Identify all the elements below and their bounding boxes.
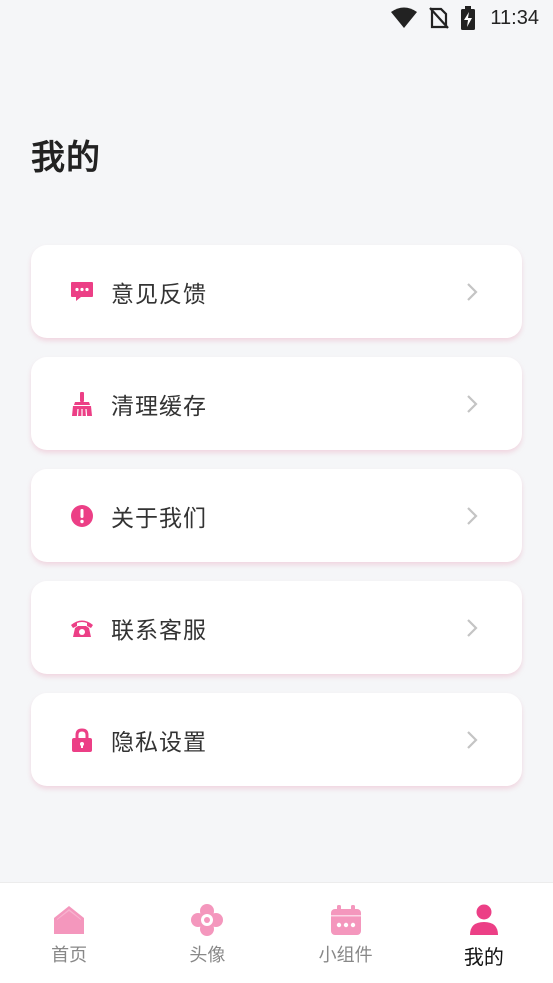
nav-label: 首页: [51, 945, 88, 966]
menu-item-label: 关于我们: [111, 505, 207, 532]
settings-menu: 意见反馈 清理缓存 关于我们 联系客服 隐私设置: [31, 245, 522, 805]
status-bar: 11:34: [0, 0, 553, 36]
menu-item-label: 联系客服: [111, 617, 207, 644]
telephone-icon: [70, 616, 94, 640]
profile-screen: 11:34 我的 意见反馈 清理缓存 关于我们 联系客服 隐私设置 首页 头像 …: [0, 0, 553, 983]
nav-label: 小组件: [318, 945, 373, 966]
wifi-icon: [390, 7, 418, 29]
menu-item-label: 意见反馈: [111, 281, 207, 308]
home-icon: [52, 903, 86, 937]
menu-item-customer-service[interactable]: 联系客服: [31, 581, 522, 674]
menu-item-privacy-settings[interactable]: 隐私设置: [31, 693, 522, 786]
nav-tab-widgets[interactable]: 小组件: [277, 883, 415, 983]
menu-item-about-us[interactable]: 关于我们: [31, 469, 522, 562]
lock-icon: [70, 727, 94, 752]
bottom-navigation: 首页 头像 小组件 我的: [0, 882, 553, 983]
battery-charging-icon: [460, 6, 476, 30]
page-title: 我的: [31, 138, 101, 178]
feedback-icon: [70, 280, 94, 304]
chevron-right-icon: [466, 730, 480, 750]
nav-tab-mine[interactable]: 我的: [415, 883, 553, 983]
nav-label: 头像: [189, 945, 226, 966]
calendar-widget-icon: [329, 903, 363, 937]
nav-tab-avatar[interactable]: 头像: [138, 883, 276, 983]
menu-item-label: 清理缓存: [111, 393, 207, 420]
chevron-right-icon: [466, 282, 480, 302]
nav-tab-home[interactable]: 首页: [0, 883, 138, 983]
menu-item-feedback[interactable]: 意见反馈: [31, 245, 522, 338]
status-time: 11:34: [490, 6, 539, 29]
person-icon: [467, 903, 501, 937]
flower-icon: [190, 903, 224, 937]
chevron-right-icon: [466, 394, 480, 414]
info-alert-icon: [70, 504, 94, 528]
broom-icon: [70, 391, 94, 416]
menu-item-clear-cache[interactable]: 清理缓存: [31, 357, 522, 450]
no-sim-icon: [428, 6, 450, 30]
nav-label: 我的: [463, 945, 504, 969]
chevron-right-icon: [466, 618, 480, 638]
menu-item-label: 隐私设置: [111, 729, 207, 756]
chevron-right-icon: [466, 506, 480, 526]
